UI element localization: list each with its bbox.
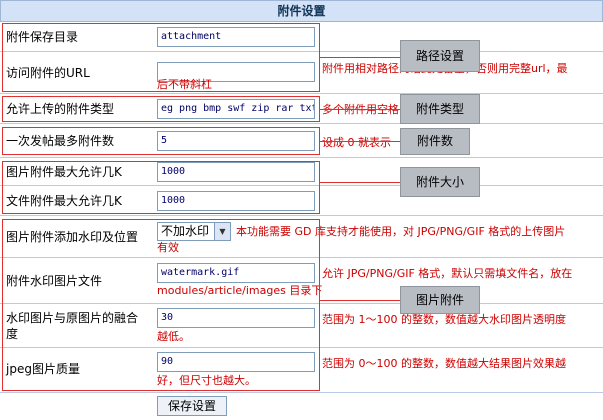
types-desc: 多个附件用空格: [322, 103, 399, 116]
attachment-settings-panel: 附件设置 附件保存目录 attachment 访问附件的URL 附件用相对路径的…: [0, 0, 603, 420]
callout-path: 路径设置: [400, 40, 480, 72]
annotation-box-types: [2, 96, 320, 122]
annotation-line-count: [320, 141, 400, 142]
callout-count: 附件数: [400, 128, 470, 155]
callout-types: 附件类型: [400, 94, 480, 124]
annotation-box-image: [2, 219, 320, 391]
callout-size: 附件大小: [400, 167, 480, 197]
row-submit: 保存设置: [0, 393, 603, 420]
blend-desc-line1: 范围为 1～100 的整数，数值越大水印图片透明度: [322, 313, 566, 326]
annotation-box-size: [2, 161, 320, 214]
annotation-line-image: [320, 300, 400, 301]
watermark-file-desc-line1: 允许 JPG/PNG/GIF 格式，默认只需填文件名，放在: [322, 267, 573, 280]
annotation-box-path: [2, 23, 320, 92]
save-settings-button[interactable]: 保存设置: [157, 396, 227, 416]
annotation-line-path: [320, 57, 400, 58]
quality-desc-line1: 范围为 0～100 的整数，数值越大结果图片效果越: [322, 357, 566, 370]
panel-title: 附件设置: [0, 0, 603, 22]
annotation-line-size: [320, 182, 400, 183]
max-count-desc: 设成 0 就表示: [322, 136, 391, 149]
annotation-line-types: [320, 109, 400, 110]
callout-image: 图片附件: [400, 286, 480, 314]
annotation-box-count: [2, 127, 320, 155]
